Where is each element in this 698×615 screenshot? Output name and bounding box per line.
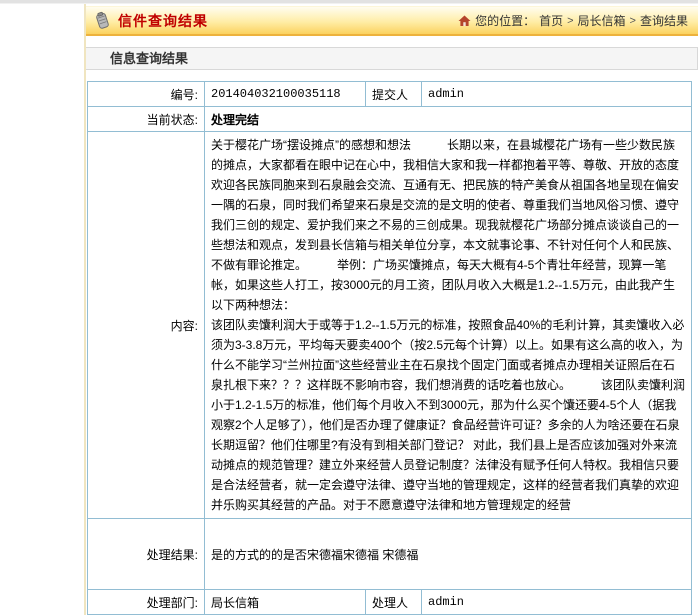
table-row: 编号: 201404032100035118 提交人 admin bbox=[88, 82, 692, 107]
letter-icon bbox=[92, 11, 112, 31]
number-label: 编号: bbox=[88, 82, 205, 107]
breadcrumb-link-result[interactable]: 查询结果 bbox=[640, 12, 688, 29]
submitter-value: admin bbox=[422, 82, 692, 107]
title-left: 信件查询结果 bbox=[92, 11, 208, 31]
section-title-bar: 信息查询结果 bbox=[86, 47, 698, 70]
home-icon bbox=[458, 15, 471, 27]
table-row: 处理部门: 局长信箱 处理人 admin bbox=[88, 590, 692, 615]
breadcrumb-prefix: 您的位置： bbox=[475, 12, 535, 29]
number-value: 201404032100035118 bbox=[205, 82, 366, 107]
breadcrumb-link-mailbox[interactable]: 局长信箱 bbox=[578, 12, 626, 29]
breadcrumb-link-home[interactable]: 首页 bbox=[539, 12, 563, 29]
page-title: 信件查询结果 bbox=[118, 11, 208, 31]
content-value: 关于樱花广场“摆设摊点”的感想和想法 长期以来，在县城樱花广场有一些少数民族的摊… bbox=[205, 132, 692, 519]
breadcrumb-separator: > bbox=[567, 15, 573, 27]
department-value: 局长信箱 bbox=[205, 590, 366, 615]
status-value: 处理完结 bbox=[205, 107, 692, 132]
submitter-label: 提交人 bbox=[366, 82, 422, 107]
handler-value: admin bbox=[422, 590, 692, 615]
content-label: 内容: bbox=[88, 132, 205, 519]
main-content: 信件查询结果 您的位置： 首页 > 局长信箱 > 查询结果 信息查询结果 编号: bbox=[84, 4, 698, 615]
title-bar: 信件查询结果 您的位置： 首页 > 局长信箱 > 查询结果 bbox=[86, 6, 698, 36]
handler-label: 处理人 bbox=[366, 590, 422, 615]
department-label: 处理部门: bbox=[88, 590, 205, 615]
breadcrumb-separator: > bbox=[630, 15, 636, 27]
table-row: 当前状态: 处理完结 bbox=[88, 107, 692, 132]
section-title: 信息查询结果 bbox=[110, 51, 188, 66]
result-table: 编号: 201404032100035118 提交人 admin 当前状态: 处… bbox=[87, 81, 692, 615]
breadcrumb: 您的位置： 首页 > 局长信箱 > 查询结果 bbox=[458, 12, 688, 29]
status-label: 当前状态: bbox=[88, 107, 205, 132]
result-label: 处理结果: bbox=[88, 519, 205, 590]
table-row: 处理结果: 是的方式的的是否宋德福宋德福 宋德福 bbox=[88, 519, 692, 590]
result-value: 是的方式的的是否宋德福宋德福 宋德福 bbox=[205, 519, 692, 590]
table-row: 内容: 关于樱花广场“摆设摊点”的感想和想法 长期以来，在县城樱花广场有一些少数… bbox=[88, 132, 692, 519]
